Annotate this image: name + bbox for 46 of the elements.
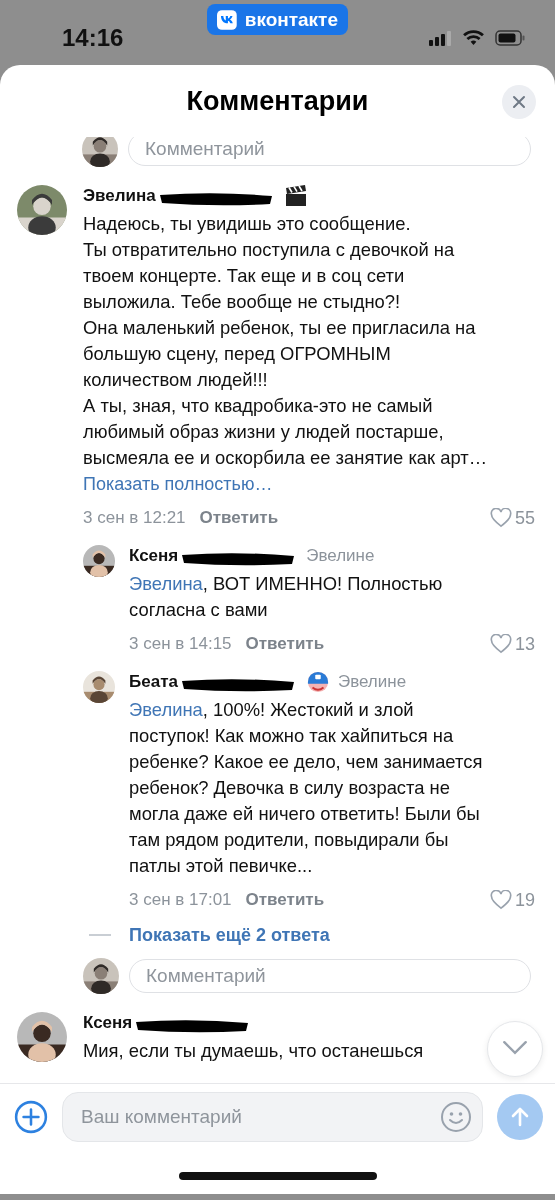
message-field[interactable]: Ваш комментарий [62, 1092, 483, 1142]
wifi-icon [462, 29, 485, 46]
mention-link[interactable]: Эвелина [129, 573, 203, 594]
author-name[interactable]: Беата [129, 672, 178, 692]
close-button[interactable] [502, 85, 536, 119]
reply-link[interactable]: Ответить [245, 890, 325, 910]
logo-icon [217, 8, 237, 31]
close-icon [511, 94, 527, 110]
comment-field[interactable]: Комментарий [129, 959, 531, 993]
author-name[interactable]: Ксеня [129, 546, 179, 566]
clapperboard-icon [283, 185, 308, 207]
reply-link[interactable]: Ответить [245, 634, 325, 654]
heart-icon[interactable] [489, 890, 512, 910]
signal-icon [428, 29, 452, 46]
sheet-title: Комментарии [186, 85, 369, 117]
heart-icon[interactable] [489, 634, 512, 654]
like-count: 13 [514, 633, 535, 655]
emoji-icon[interactable] [440, 1101, 472, 1133]
scroll-down-button[interactable] [487, 1021, 543, 1077]
like-count: 19 [514, 889, 535, 911]
comment-text: Мия, если ты думаешь, что останешься [83, 1039, 424, 1063]
send-button[interactable] [497, 1094, 543, 1140]
author-name[interactable]: Эвелина [83, 186, 156, 206]
reply-target: Эвелине [306, 546, 375, 566]
reply-link[interactable]: Ответить [199, 508, 279, 528]
like-count: 55 [514, 507, 535, 529]
comment-text: Эвелина, ВОТ ИМЕННО! Полностью согласна с вами [129, 572, 443, 622]
show-more-link[interactable]: Показать полностью… [83, 471, 273, 497]
comment-date: 3 сен в 12:21 [83, 508, 186, 528]
clock: 14:16 [62, 23, 124, 52]
emoji-icon [305, 671, 330, 693]
comment-text: Надеюсь, ты увидишь это сообщение. Ты отвратительно поступила с девочкой на твоем концерте. Так еще и в соц сети выложила. Тебе вообще не стыдно?! Она маленький ребенок, ты ее пригласила на большую сцену, перед ОГРОМНЫМ количеством людей!!! А ты, зная, что квадробика-это не самый любимый образ жизни у людей постарше, высмеяла ее и оскорбила ее занятие как арт… [83, 212, 488, 470]
author-name[interactable]: Ксеня [83, 1013, 133, 1033]
more-replies-link[interactable]: Показать ещё 2 ответа [129, 922, 330, 948]
comment-field[interactable]: Комментарий [128, 137, 531, 166]
comment-text: Эвелина, 100%! Жестокий и злой поступок! Как можно так хайпиться на ребенке? Какое ее дело, чем занимается ребенок? Девочка в силу возраста не могла даже ей ничего ответить! Были бы там рядом родители, повыдирали бы патлы этой певичке... [129, 698, 483, 878]
message-input[interactable]: Ваш комментарий [79, 1105, 440, 1129]
heart-icon[interactable] [489, 508, 512, 528]
comment-date: 3 сен в 14:15 [129, 634, 232, 654]
mention-link[interactable]: Эвелина [129, 699, 203, 720]
reply-target: Эвелине [337, 672, 407, 692]
add-icon[interactable] [14, 1100, 48, 1134]
chevron-down-icon [502, 1040, 528, 1055]
app-badge[interactable]: вконтакте [207, 4, 348, 35]
comment-date: 3 сен в 17:01 [129, 890, 232, 910]
battery-icon [495, 29, 525, 46]
